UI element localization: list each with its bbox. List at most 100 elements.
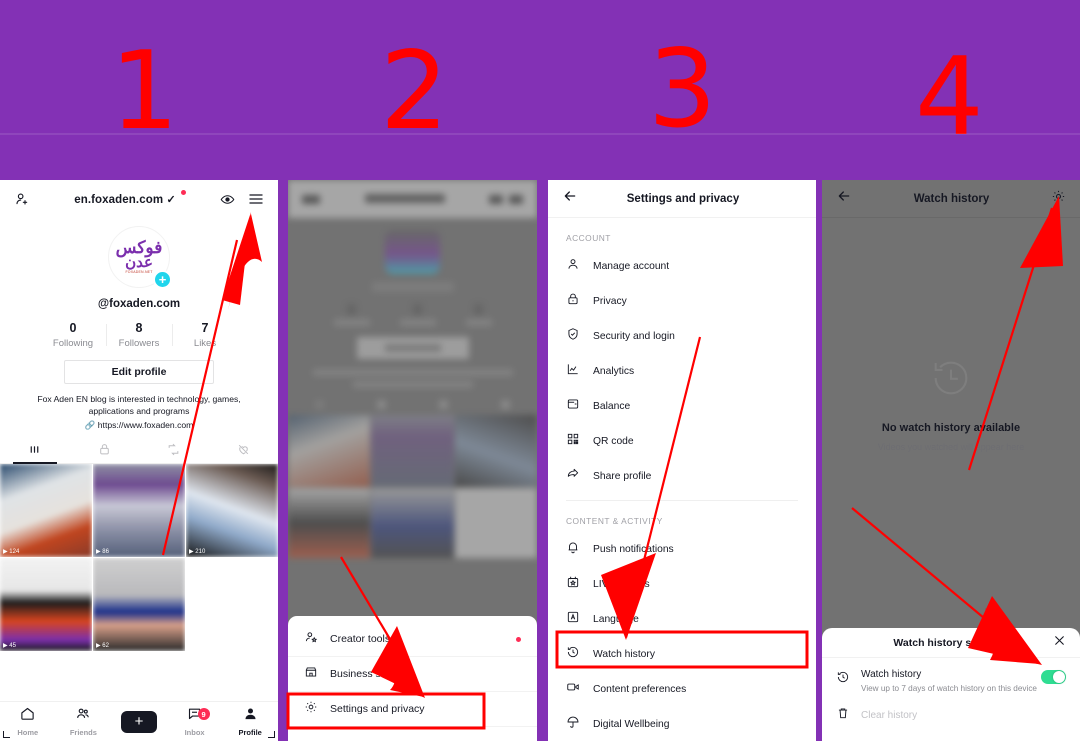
language-a-icon: [566, 610, 580, 629]
profile-icon: [243, 706, 258, 726]
step-number-4: 4: [915, 35, 984, 160]
empty-state: No watch history available Videos you wa…: [822, 355, 1080, 452]
settings-item-live-events[interactable]: LIVE Events: [548, 567, 816, 602]
bottom-nav: Home Friends + 9 Inbox Profile: [0, 701, 278, 741]
settings-item-content-preferences[interactable]: Content preferences: [548, 672, 816, 707]
section-title-content-activity: CONTENT & ACTIVITY: [566, 516, 663, 526]
settings-item-label: Balance: [593, 401, 631, 412]
profile-handle: @foxaden.com: [97, 298, 181, 310]
home-icon: [20, 706, 35, 726]
panel-profile: en.foxaden.com ✓ فوكس عدن FOXADEN.NET + …: [0, 180, 278, 741]
profile-stats: 0 Following 8 Followers 7 Likes: [0, 321, 278, 349]
panel-settings-and-privacy: Settings and privacy ACCOUNT Manage acco…: [548, 180, 816, 741]
edit-profile-button[interactable]: Edit profile: [64, 360, 214, 384]
heart-hidden-icon: [237, 443, 250, 461]
creator-tools-icon: [304, 630, 318, 649]
sidebar-item-grid[interactable]: [0, 442, 70, 463]
list-item[interactable]: ▶ 210: [186, 463, 278, 557]
eye-icon[interactable]: [220, 192, 235, 207]
settings-item-share-profile[interactable]: Share profile: [548, 459, 816, 494]
settings-item-watch-history[interactable]: Watch history: [548, 637, 816, 672]
gear-icon[interactable]: [1051, 189, 1066, 209]
back-arrow-icon[interactable]: [836, 188, 852, 209]
settings-item-balance[interactable]: Balance: [548, 389, 816, 424]
settings-item-manage-account[interactable]: Manage account: [548, 249, 816, 284]
settings-item-label: Privacy: [593, 296, 627, 307]
clock-history-icon: [566, 645, 580, 664]
list-item[interactable]: ▶ 45: [0, 557, 92, 651]
nav-inbox[interactable]: 9 Inbox: [167, 706, 223, 737]
clear-history-label: Clear history: [861, 710, 918, 721]
list-item[interactable]: ▶ 62: [93, 557, 185, 651]
business-suite-icon: [304, 665, 318, 684]
hamburger-menu-icon[interactable]: [248, 191, 264, 207]
stat-followers[interactable]: 8 Followers: [106, 321, 172, 349]
lock-icon: [98, 443, 111, 461]
header-divider: [0, 133, 1080, 135]
watch-history-header: Watch history: [822, 180, 1080, 218]
settings-item-label: Share profile: [593, 471, 652, 482]
list-item[interactable]: ▶ 124: [0, 463, 92, 557]
sidebar-item-reposts[interactable]: [139, 442, 209, 463]
wallet-icon: [566, 397, 580, 416]
settings-item-security-and-login[interactable]: Security and login: [548, 319, 816, 354]
clear-history-row[interactable]: Clear history: [822, 693, 1080, 725]
list-item[interactable]: ▶ 86: [93, 463, 185, 557]
sheet-header: Watch history settings: [822, 628, 1080, 658]
person-icon: [566, 257, 580, 276]
menu-item-label: Creator tools: [330, 633, 391, 645]
settings-item-label: Digital Wellbeing: [593, 719, 670, 730]
status-badge: [516, 637, 521, 642]
settings-item-language[interactable]: Language: [548, 602, 816, 637]
settings-item-label: Security and login: [593, 331, 675, 342]
toggle-label: Watch history: [861, 669, 922, 680]
empty-state-subtitle: Videos you watched will appear here: [877, 442, 1025, 452]
profile-link[interactable]: 🔗 https://www.foxaden.com: [0, 420, 278, 431]
panel-menu-sheet: Creator tools Business suite Settings an…: [288, 180, 537, 741]
stat-following[interactable]: 0 Following: [40, 321, 106, 349]
watch-history-toggle-row[interactable]: Watch history View up to 7 days of watch…: [822, 658, 1080, 693]
page-title: Watch history: [913, 192, 990, 205]
stat-likes[interactable]: 7 Likes: [172, 321, 238, 349]
profile-bio: Fox Aden EN blog is interested in techno…: [37, 394, 241, 417]
person-add-icon[interactable]: [14, 191, 30, 207]
gear-icon: [304, 700, 318, 719]
empty-state-title: No watch history available: [881, 422, 1021, 434]
inbox-badge: 9: [197, 708, 210, 720]
settings-item-qr-code[interactable]: QR code: [548, 424, 816, 459]
sidebar-item-liked[interactable]: [209, 442, 279, 463]
menu-item-creator-tools[interactable]: Creator tools: [288, 622, 537, 657]
settings-header: Settings and privacy: [548, 180, 816, 218]
friends-icon: [75, 706, 91, 726]
page-title: Settings and privacy: [626, 192, 740, 205]
settings-item-label: Language: [593, 614, 639, 625]
settings-item-label: Manage account: [593, 261, 670, 272]
verified-check-icon: ✓: [166, 193, 176, 206]
avatar[interactable]: فوكس عدن FOXADEN.NET +: [108, 226, 172, 289]
lock-icon: [566, 292, 580, 311]
watch-history-toggle[interactable]: [1041, 670, 1066, 684]
tutorial-screenshot: 1 2 3 4 en.foxaden.com ✓ فوكس عدن FOXADE…: [0, 0, 1080, 741]
settings-item-label: Analytics: [593, 366, 635, 377]
nav-friends[interactable]: Friends: [56, 706, 112, 737]
notification-dot: [181, 190, 186, 195]
nav-create[interactable]: +: [111, 710, 167, 733]
settings-item-push-notifications[interactable]: Push notifications: [548, 532, 816, 567]
settings-item-label: LIVE Events: [593, 579, 650, 590]
settings-item-label: QR code: [593, 436, 634, 447]
menu-item-settings-and-privacy[interactable]: Settings and privacy: [288, 692, 537, 727]
menu-bottom-sheet: Creator tools Business suite Settings an…: [288, 616, 537, 741]
create-plus-icon[interactable]: +: [117, 710, 160, 733]
follow-plus-badge[interactable]: +: [153, 270, 172, 289]
sidebar-item-private[interactable]: [70, 442, 140, 463]
list-item: [186, 557, 278, 651]
settings-item-analytics[interactable]: Analytics: [548, 354, 816, 389]
page-title: en.foxaden.com ✓: [74, 193, 176, 206]
profile-tabs: [0, 442, 278, 464]
close-x-icon[interactable]: [1053, 634, 1066, 652]
sheet-title: Watch history settings: [893, 636, 1006, 649]
watch-history-settings-sheet: Watch history settings Watch history Vie…: [822, 628, 1080, 741]
menu-item-business-suite[interactable]: Business suite: [288, 657, 537, 692]
settings-item-digital-wellbeing[interactable]: Digital Wellbeing: [548, 707, 816, 741]
settings-item-privacy[interactable]: Privacy: [548, 284, 816, 319]
